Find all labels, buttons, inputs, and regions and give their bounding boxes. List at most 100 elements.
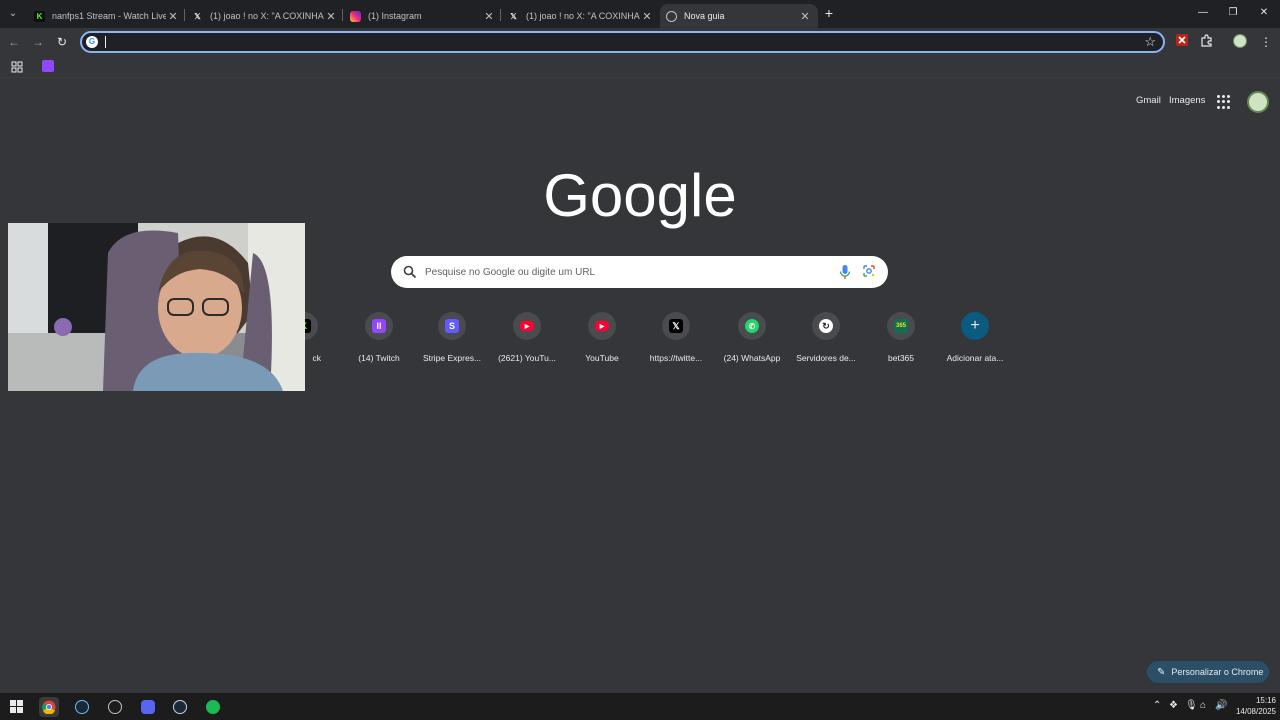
tab-title: (1) joao ! no X: "A COXINHA VO <box>526 11 640 21</box>
taskbar-app-icon[interactable] <box>105 697 125 717</box>
back-button[interactable]: ← <box>6 34 22 50</box>
google-icon: G <box>86 36 98 48</box>
taskbar-spotify-icon[interactable] <box>203 697 223 717</box>
shortcut-icon-circle: ↻ <box>812 312 840 340</box>
forward-button[interactable]: → <box>30 34 46 50</box>
tab-instagram[interactable]: (1) Instagram ✕ <box>344 4 502 28</box>
tray-volume-icon[interactable]: 🔊 <box>1215 700 1227 711</box>
whatsapp-icon: ✆ <box>745 319 759 333</box>
bookmark-star-icon[interactable]: ☆ <box>1144 34 1156 50</box>
reload-button[interactable]: ↻ <box>54 34 70 50</box>
shortcut-icon-circle: S <box>438 312 466 340</box>
google-lens-icon[interactable] <box>862 264 876 278</box>
chrome-icon <box>666 10 677 22</box>
shortcut-youtube-1[interactable]: ▶ (2621) YouTu... <box>489 312 565 372</box>
chrome-menu-icon[interactable]: ⋮ <box>1258 34 1274 50</box>
tab-divider <box>184 9 185 21</box>
webcam-video <box>8 223 305 391</box>
tab-x-2[interactable]: 𝕏 (1) joao ! no X: "A COXINHA VO ✕ <box>502 4 660 28</box>
shortcut-icon-circle: ▶ <box>588 312 616 340</box>
taskbar-steam-2-icon[interactable] <box>170 697 190 717</box>
tab-divider <box>500 9 501 21</box>
taskbar-steam-icon[interactable] <box>72 697 92 717</box>
x-icon: 𝕏 <box>194 11 201 21</box>
youtube-icon: ▶ <box>520 321 534 331</box>
shortcut-label: (24) WhatsApp <box>723 353 781 363</box>
shortcut-label: (14) Twitch <box>358 353 400 363</box>
taskbar-discord-icon[interactable] <box>138 697 158 717</box>
shortcut-twitch[interactable]: ll (14) Twitch <box>341 312 417 372</box>
close-icon[interactable]: ✕ <box>482 10 496 23</box>
close-icon[interactable]: ✕ <box>640 10 654 23</box>
shortcut-label: (2621) YouTu... <box>498 353 556 363</box>
shortcut-label: YouTube <box>585 353 619 363</box>
kick-icon: K <box>34 10 45 22</box>
tray-app-icon[interactable]: ❖ <box>1169 700 1178 711</box>
twitch-icon: ll <box>372 319 386 333</box>
clock-date: 14/08/2025 <box>1235 707 1276 716</box>
tab-title: (1) Instagram <box>368 11 422 21</box>
shortcut-label: Servidores de... <box>796 353 856 363</box>
window-close-button[interactable]: ✕ <box>1249 3 1279 23</box>
plus-icon: + <box>970 317 980 334</box>
shortcut-youtube-2[interactable]: ▶ YouTube <box>564 312 640 372</box>
text-caret <box>105 36 106 48</box>
extension-blocked-icon[interactable] <box>1174 34 1190 50</box>
tab-strip: ⌄ K nanfps1 Stream - Watch Live o ✕ 𝕏 (1… <box>0 0 1280 28</box>
shortcut-icon-circle: 365 <box>887 312 915 340</box>
tab-new-tab[interactable]: Nova guia ✕ <box>660 4 818 28</box>
shortcut-icon-circle: + <box>961 312 989 340</box>
address-input[interactable] <box>108 34 1128 50</box>
tab-divider <box>342 9 343 21</box>
new-tab-button[interactable]: + <box>821 5 837 21</box>
tray-network-icon[interactable]: ⌂ <box>1200 700 1206 711</box>
tray-mic-icon[interactable]: 🎙 <box>1185 700 1198 711</box>
address-bar[interactable]: G ☆ <box>80 31 1165 53</box>
customize-chrome-button[interactable]: ✎ Personalizar o Chrome <box>1147 661 1269 683</box>
tab-search-chevron-icon[interactable]: ⌄ <box>4 5 22 23</box>
extensions-puzzle-icon[interactable] <box>1198 34 1214 50</box>
shortcut-whatsapp[interactable]: ✆ (24) WhatsApp <box>714 312 790 372</box>
youtube-icon: ▶ <box>595 321 609 331</box>
tray-chevron-up-icon[interactable]: ⌃ <box>1153 700 1161 711</box>
shortcut-stripe[interactable]: S Stripe Expres... <box>414 312 490 372</box>
search-icon <box>403 265 417 279</box>
webcam-overlay <box>8 223 305 391</box>
customize-chrome-label: Personalizar o Chrome <box>1171 667 1264 677</box>
windows-start-icon[interactable] <box>10 700 23 718</box>
search-box[interactable] <box>391 256 888 288</box>
taskbar-clock[interactable]: 15:16 14/08/2025 <box>1228 695 1276 717</box>
bookmarks-bar <box>0 56 1280 78</box>
shortcut-bet365[interactable]: 365 bet365 <box>863 312 939 372</box>
tab-kick[interactable]: K nanfps1 Stream - Watch Live o ✕ <box>28 4 186 28</box>
gmail-link[interactable]: Gmail <box>1136 95 1161 106</box>
apps-grid-icon[interactable] <box>11 60 23 78</box>
close-icon[interactable]: ✕ <box>166 10 180 23</box>
shortcut-twitter[interactable]: 𝕏 https://twitte... <box>638 312 714 372</box>
google-apps-icon[interactable] <box>1217 95 1231 109</box>
search-input[interactable] <box>425 263 825 281</box>
tab-x-1[interactable]: 𝕏 (1) joao ! no X: "A COXINHA VO ✕ <box>186 4 344 28</box>
taskbar-chrome-icon[interactable] <box>39 697 59 717</box>
stripe-icon: S <box>445 319 459 333</box>
pencil-icon: ✎ <box>1157 666 1166 678</box>
shortcut-servers[interactable]: ↻ Servidores de... <box>788 312 864 372</box>
x-icon: 𝕏 <box>510 11 517 21</box>
shortcut-icon-circle: ll <box>365 312 393 340</box>
shortcut-label: Adicionar ata... <box>946 353 1004 363</box>
twitch-bookmark-icon[interactable] <box>42 60 54 72</box>
bet365-icon: 365 <box>894 319 908 333</box>
svg-text:Google: Google <box>543 162 736 229</box>
x-icon: 𝕏 <box>669 319 683 333</box>
minimize-button[interactable]: — <box>1188 3 1218 23</box>
profile-avatar-icon[interactable] <box>1233 34 1249 50</box>
google-account-avatar[interactable] <box>1247 91 1269 113</box>
shortcut-add[interactable]: + Adicionar ata... <box>937 312 1013 372</box>
tab-title: nanfps1 Stream - Watch Live o <box>52 11 166 21</box>
restore-button[interactable]: ❐ <box>1218 3 1248 23</box>
microphone-icon[interactable] <box>839 264 851 280</box>
close-icon[interactable]: ✕ <box>798 10 812 23</box>
images-link[interactable]: Imagens <box>1169 95 1205 106</box>
google-logo: Google <box>543 162 736 229</box>
close-icon[interactable]: ✕ <box>324 10 338 23</box>
